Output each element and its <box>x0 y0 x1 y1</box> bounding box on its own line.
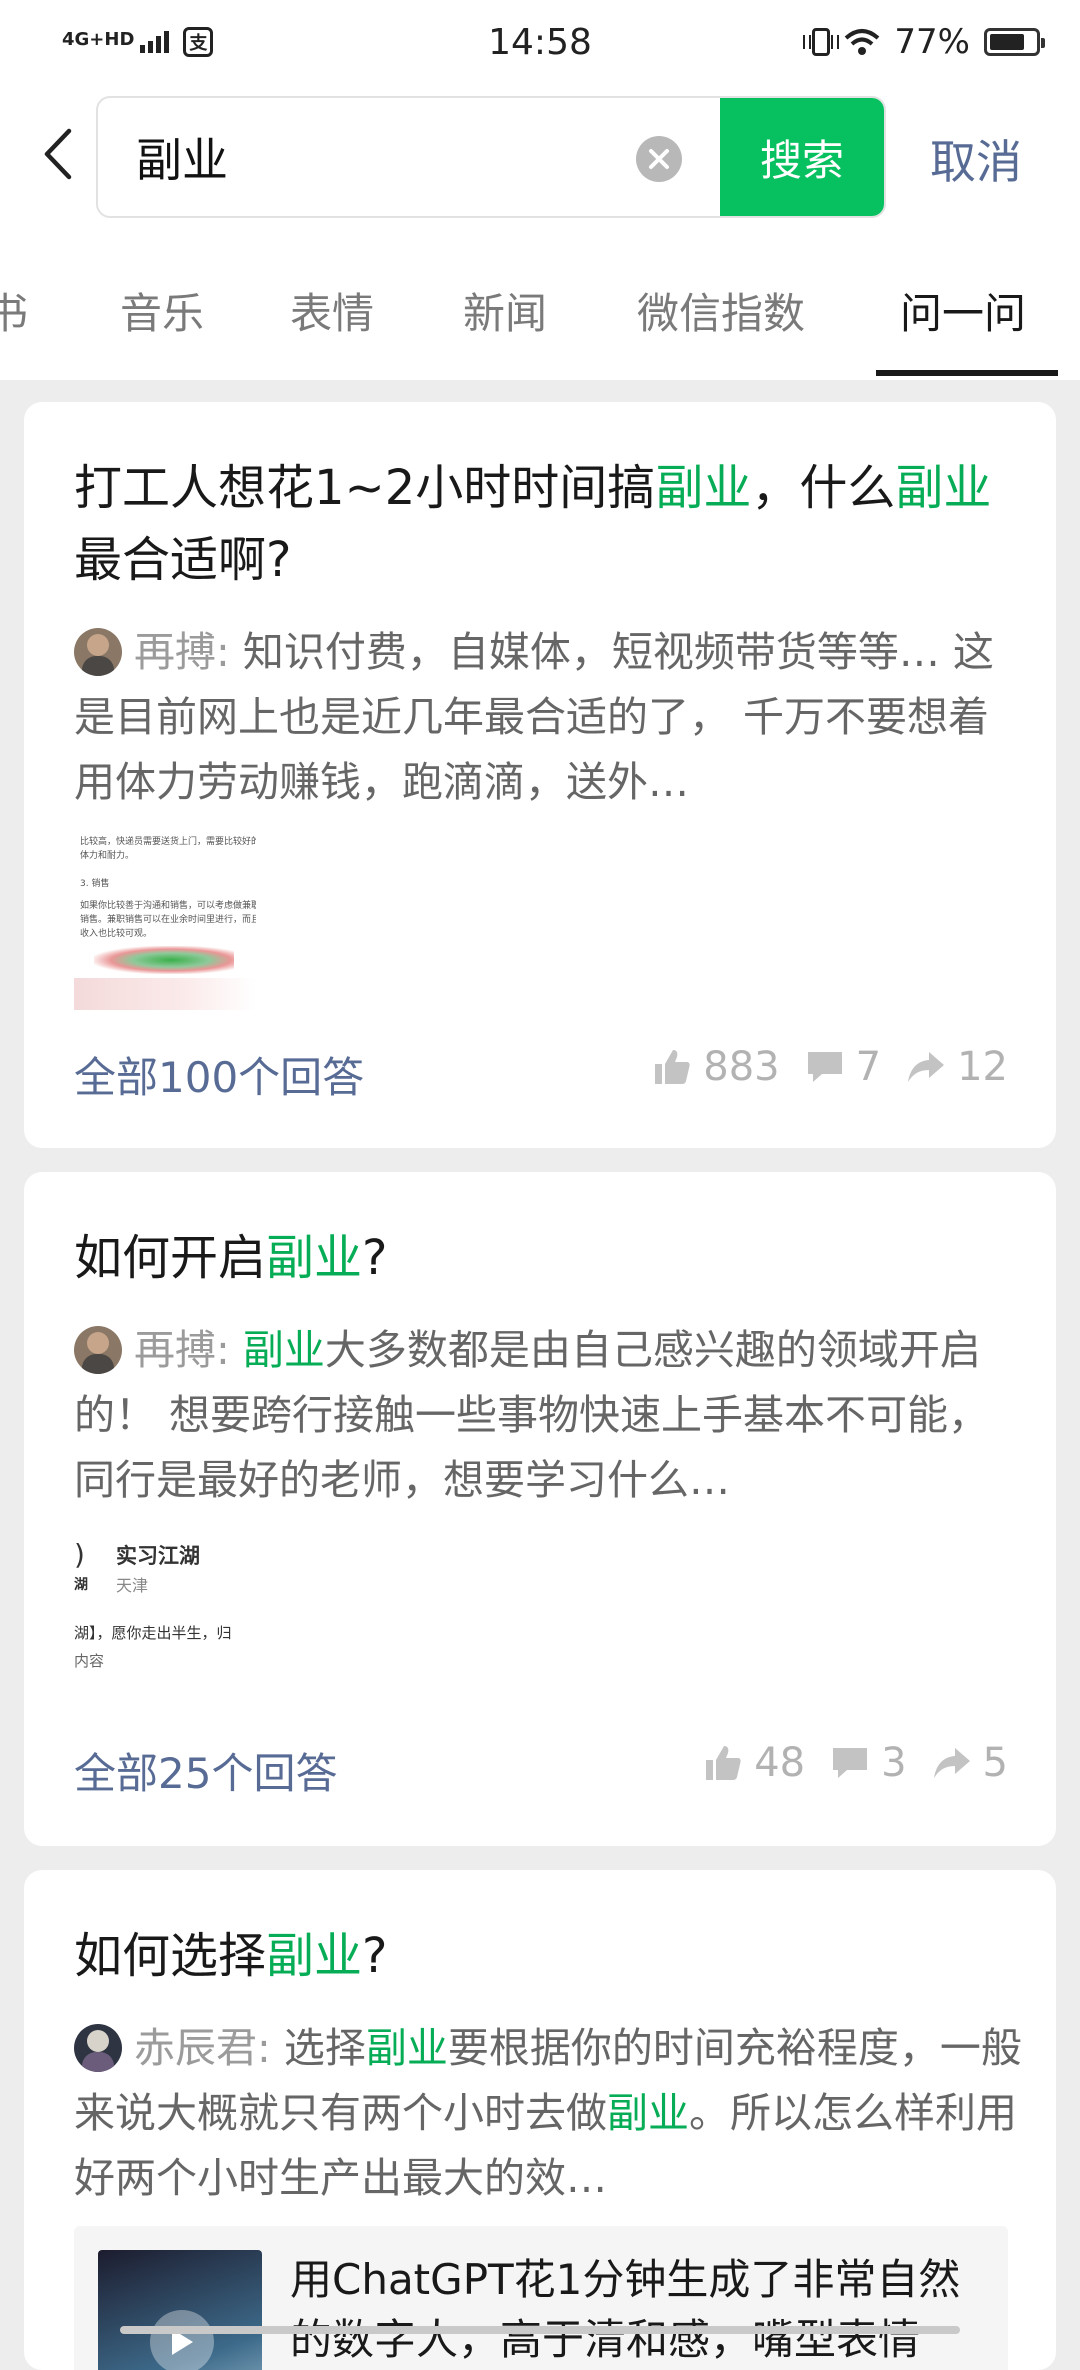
video-thumbnail <box>98 2250 262 2370</box>
chevron-left-icon <box>44 128 72 180</box>
author-name: 赤辰君: <box>134 2024 271 2072</box>
video-title: 用ChatGPT花1分钟生成了非常自然的数字人，高于清和感，嘴型表情 <box>290 2255 961 2364</box>
result-card[interactable]: 如何选择副业? 赤辰君: 选择副业要根据你的时间充裕程度，一般来说大概就只有两个… <box>24 1870 1056 2370</box>
like-count: 48 <box>754 1740 806 1786</box>
answer-snippet[interactable]: 再搏: 副业大多数都是由自己感兴趣的领域开启的！ 想要跨行接触一些事物快速上手基… <box>74 1318 1024 1513</box>
cancel-button[interactable]: 取消 <box>930 126 1022 192</box>
question-title[interactable]: 如何选择副业? <box>74 1920 388 1992</box>
stats: 883 7 12 <box>653 1044 1008 1090</box>
battery-percent: 77% <box>894 22 970 62</box>
search-button[interactable]: 搜索 <box>720 98 884 216</box>
question-title[interactable]: 打工人想花1~2小时时间搞副业，什么副业最合适啊? <box>74 452 1014 596</box>
network-type: 4G+HD <box>62 29 135 50</box>
home-indicator <box>120 2326 960 2334</box>
active-tab-indicator <box>876 370 1058 376</box>
close-icon <box>649 149 669 169</box>
tab-book[interactable]: 书 <box>0 280 28 341</box>
question-title[interactable]: 如何开启副业? <box>74 1222 388 1294</box>
share-button[interactable]: 12 <box>907 1044 1008 1090</box>
signal-icon: 4G+HD <box>62 29 170 53</box>
comment-icon <box>807 1052 842 1082</box>
tab-music[interactable]: 音乐 <box>120 280 204 341</box>
share-icon <box>908 1052 945 1082</box>
vibrate-icon <box>803 28 840 56</box>
tab-wechat-index[interactable]: 微信指数 <box>637 280 805 341</box>
search-input[interactable] <box>136 98 696 216</box>
comment-button[interactable]: 3 <box>831 1740 907 1786</box>
battery-icon <box>984 28 1045 56</box>
all-answers-link[interactable]: 全部25个回答 <box>74 1740 337 1801</box>
video-card[interactable]: 用ChatGPT花1分钟生成了非常自然的数字人，高于清和感，嘴型表情 <box>74 2226 1008 2370</box>
nfc-icon: 支 <box>183 27 214 57</box>
all-answers-link[interactable]: 全部100个回答 <box>74 1044 364 1105</box>
avatar <box>74 1326 122 1374</box>
result-card[interactable]: 如何开启副业? 再搏: 副业大多数都是由自己感兴趣的领域开启的！ 想要跨行接触一… <box>24 1172 1056 1846</box>
tab-ask[interactable]: 问一问 <box>900 280 1026 341</box>
avatar <box>74 628 122 676</box>
like-count: 883 <box>703 1044 780 1090</box>
status-left: 4G+HD 支 <box>62 27 214 57</box>
like-button[interactable]: 48 <box>704 1740 805 1786</box>
stats: 48 3 5 <box>704 1740 1008 1786</box>
search-header: 搜索 取消 <box>0 84 1080 232</box>
share-button[interactable]: 5 <box>933 1740 1008 1786</box>
answer-snippet[interactable]: 赤辰君: 选择副业要根据你的时间充裕程度，一般来说大概就只有两个小时去做副业。所… <box>74 2016 1024 2211</box>
comment-button[interactable]: 7 <box>806 1044 881 1090</box>
category-tabs: 书 音乐 表情 新闻 微信指数 问一问 <box>0 232 1080 380</box>
share-count: 5 <box>982 1740 1008 1786</box>
back-button[interactable] <box>38 126 78 182</box>
tab-news[interactable]: 新闻 <box>463 280 547 341</box>
avatar <box>74 2024 122 2072</box>
thumbs-up-icon <box>706 1746 741 1780</box>
play-icon <box>150 2310 214 2370</box>
clear-button[interactable] <box>636 136 682 182</box>
status-right: 77% <box>803 22 1045 62</box>
tab-stickers[interactable]: 表情 <box>290 280 374 341</box>
answer-snippet[interactable]: 再搏: 知识付费，自媒体，短视频带货等等… 这是目前网上也是近几年最合适的了， … <box>74 620 1024 815</box>
share-icon <box>933 1748 970 1778</box>
comment-count: 7 <box>855 1044 882 1090</box>
author-name: 再搏: <box>134 1326 230 1374</box>
status-bar: 4G+HD 支 14:58 77% <box>0 0 1080 84</box>
author-name: 再搏: <box>134 628 230 676</box>
result-card[interactable]: 打工人想花1~2小时时间搞副业，什么副业最合适啊? 再搏: 知识付费，自媒体，短… <box>24 402 1056 1148</box>
wifi-icon <box>845 29 880 55</box>
comment-icon <box>833 1748 868 1778</box>
like-button[interactable]: 883 <box>653 1044 780 1090</box>
share-count: 12 <box>957 1044 1008 1090</box>
answer-image[interactable]: 比较高，快递员需要送货上门，需要比较好的 体力和耐力。 3. 销售 如果你比较善… <box>74 828 256 1010</box>
search-box: 搜索 <box>96 96 886 218</box>
comment-count: 3 <box>881 1740 907 1786</box>
answer-image[interactable]: ) 实习江湖 湖 天津 湖】，愿你走出半生，归 内容 <box>74 1532 314 1682</box>
thumbs-up-icon <box>655 1050 690 1084</box>
